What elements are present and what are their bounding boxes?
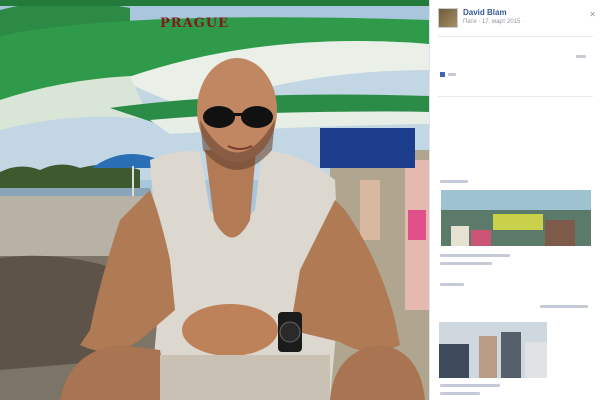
thumbnail-image [439, 322, 547, 378]
post-header: David Blam Пати · 17. март 2015 · ✕ [438, 8, 596, 30]
umbrella-brand-text: PRAGUE [160, 16, 230, 31]
attachment-thumbnail[interactable] [439, 322, 547, 378]
close-icon[interactable]: ✕ [589, 10, 596, 19]
blurred-text [448, 73, 456, 76]
post-sidebar: David Blam Пати · 17. март 2015 · ✕ [429, 0, 600, 400]
post-meta: Пати · 17. март 2015 · [463, 19, 525, 25]
author-name[interactable]: David Blam [463, 8, 507, 17]
blurred-text [440, 262, 492, 265]
attachment-thumbnail[interactable] [441, 190, 591, 246]
blurred-text [540, 305, 588, 308]
blurred-text [440, 384, 500, 387]
blurred-text [576, 55, 586, 58]
photo-viewer[interactable]: PRAGUE [0, 0, 429, 400]
divider [438, 96, 593, 97]
blurred-text [440, 392, 480, 395]
globe-icon [440, 72, 445, 77]
avatar[interactable] [438, 8, 458, 28]
blurred-text [440, 283, 464, 286]
blurred-text [440, 254, 510, 257]
thumbnail-image [441, 190, 591, 246]
divider [438, 36, 593, 37]
photo [0, 0, 429, 400]
blurred-text [440, 180, 468, 183]
